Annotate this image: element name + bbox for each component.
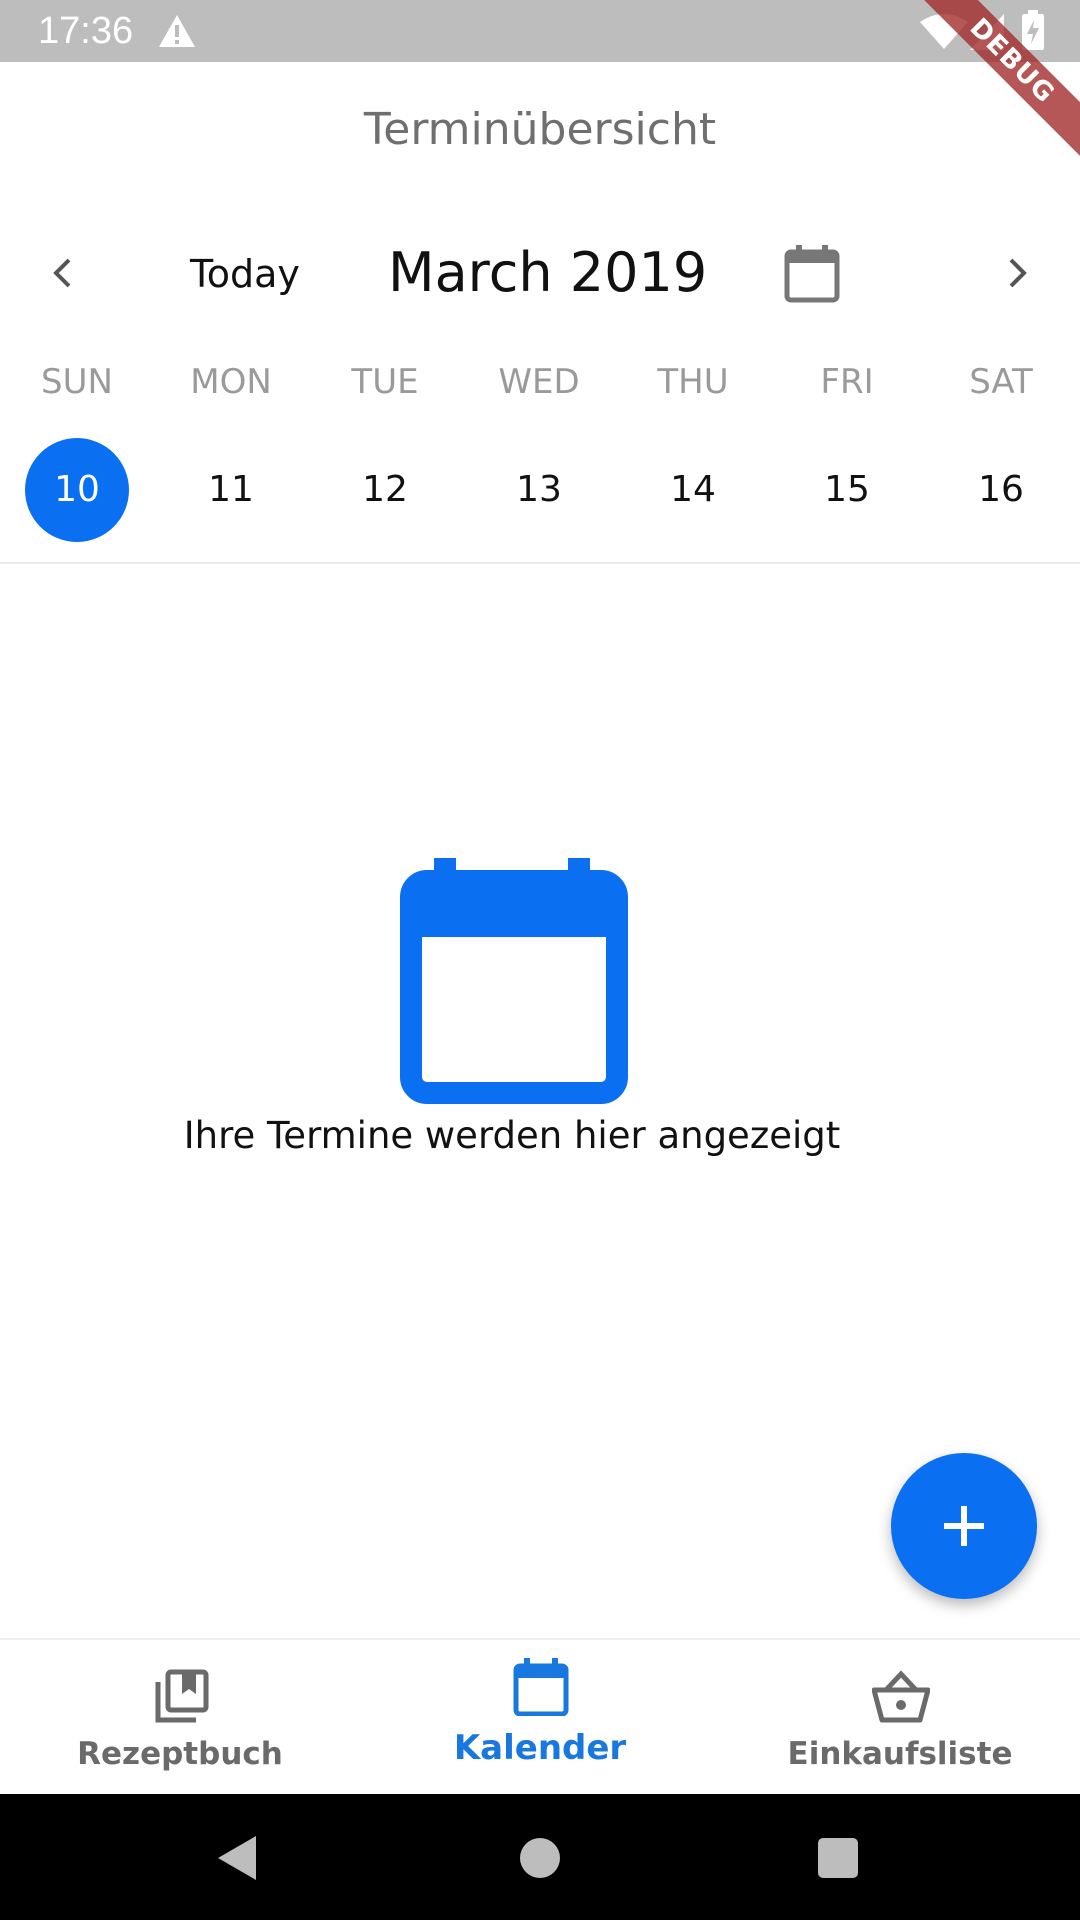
weekday-tue: TUE — [351, 362, 419, 402]
warning-icon — [159, 15, 195, 47]
date-cell[interactable]: 14 — [641, 438, 745, 542]
nav-item-einkaufsliste[interactable]: Einkaufsliste — [720, 1640, 1080, 1796]
calendar-picker-icon[interactable] — [784, 244, 840, 304]
date-cell-selected[interactable]: 10 — [25, 438, 129, 542]
weekday-wed: WED — [498, 362, 580, 402]
weekday-fri: FRI — [820, 362, 874, 402]
status-time: 17:36 — [38, 10, 134, 52]
basket-icon — [872, 1670, 930, 1723]
calendar-icon — [513, 1658, 569, 1716]
plus-icon — [944, 1506, 984, 1546]
date-cell[interactable]: 12 — [333, 438, 437, 542]
nav-item-kalender[interactable]: Kalender — [360, 1640, 720, 1796]
date-cell[interactable]: 16 — [949, 438, 1053, 542]
date-cell[interactable]: 11 — [179, 438, 283, 542]
weekday-sat: SAT — [969, 362, 1033, 402]
divider — [0, 562, 1080, 564]
weekday-row: SUN MON TUE WED THU FRI SAT — [0, 362, 1080, 412]
calendar-header: Today March 2019 — [0, 230, 1080, 320]
date-cell[interactable]: 15 — [795, 438, 899, 542]
chevron-left-icon[interactable] — [38, 248, 88, 298]
add-appointment-button[interactable] — [891, 1453, 1037, 1599]
status-bar: 17:36 — [0, 0, 1080, 62]
back-icon[interactable] — [216, 1834, 260, 1882]
chevron-right-icon[interactable] — [992, 248, 1042, 298]
signal-icon — [970, 14, 1004, 50]
empty-state-message: Ihre Termine werden hier angezeigt — [183, 1114, 841, 1157]
date-cell[interactable]: 13 — [487, 438, 591, 542]
calendar-icon — [400, 858, 628, 1104]
home-icon[interactable] — [520, 1838, 560, 1878]
weekday-thu: THU — [657, 362, 729, 402]
book-icon — [155, 1669, 209, 1723]
month-title[interactable]: March 2019 — [388, 240, 707, 306]
weekday-sun: SUN — [41, 362, 113, 402]
date-row: 10 11 12 13 14 15 16 — [0, 438, 1080, 542]
page-title: Terminübersicht — [363, 104, 717, 155]
battery-icon — [1022, 10, 1044, 50]
system-navigation-bar — [0, 1794, 1080, 1920]
today-button[interactable]: Today — [190, 250, 300, 298]
bottom-navigation: Rezeptbuch Kalender Einkaufsliste — [0, 1638, 1080, 1794]
nav-label-rezeptbuch: Rezeptbuch — [77, 1736, 283, 1772]
nav-label-einkaufsliste: Einkaufsliste — [787, 1736, 1013, 1772]
weekday-mon: MON — [190, 362, 272, 402]
nav-label-kalender: Kalender — [453, 1728, 627, 1768]
wifi-icon — [920, 14, 968, 49]
nav-item-rezeptbuch[interactable]: Rezeptbuch — [0, 1640, 360, 1796]
recents-icon[interactable] — [818, 1838, 858, 1878]
